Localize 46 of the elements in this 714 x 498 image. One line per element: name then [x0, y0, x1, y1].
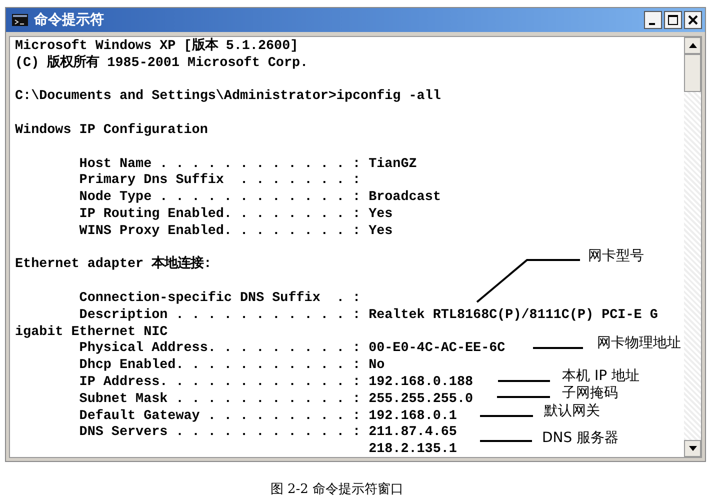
annotation-label: DNS 服务器 [542, 429, 619, 447]
console-line: 218.2.135.1 [368, 442, 457, 457]
scroll-down-button[interactable] [684, 440, 701, 457]
down-arrow-icon [688, 446, 696, 451]
leader-line [497, 396, 550, 398]
console-line: WINS Proxy Enabled. . . . . . . . : Yes [79, 224, 393, 241]
console-line: Connection-specific DNS Suffix . : [79, 290, 361, 308]
console-line: Physical Address. . . . . . . . . : 00-E0-4C-AC-EE-6C [79, 341, 506, 358]
console-line: Default Gateway . . . . . . . . . : 192.168.0.1 [79, 408, 457, 426]
annotation-label: 网卡型号 [588, 247, 644, 265]
minimize-button[interactable] [644, 11, 662, 29]
minimize-icon [649, 22, 655, 24]
up-arrow-icon [688, 43, 696, 48]
figure-caption: 图 2-2 命令提示符窗口 [269, 481, 405, 498]
console-line: IP Routing Enabled. . . . . . . . : Yes [79, 206, 393, 224]
leader-line [480, 415, 533, 417]
console-line: Microsoft Windows XP [版本 5.1.2600] [15, 39, 298, 54]
console-line: Primary Dns Suffix . . . . . . . : [79, 173, 361, 190]
scrollbar[interactable] [684, 37, 701, 457]
annotation-label: 本机 IP 地址 [562, 367, 640, 385]
console-line: C:\Documents and Settings\Administrator>ipconfig -all [15, 89, 441, 106]
leader-line [533, 347, 583, 349]
console-line: igabit Ethernet NIC [15, 324, 168, 341]
console-icon [12, 14, 28, 26]
scroll-up-button[interactable] [684, 37, 701, 54]
maximize-icon [668, 15, 678, 25]
console-line: Description . . . . . . . . . . . : Realtek RTL8168C(P)/8111C(P) PCI-E G [79, 308, 658, 325]
console-line: IP Address. . . . . . . . . . . . : 192.168.0.188 [79, 374, 474, 392]
console-line: DNS Servers . . . . . . . . . . . : 211.87.4.65 [79, 425, 457, 442]
leader-line [498, 380, 550, 382]
console-line: Node Type . . . . . . . . . . . . : Broadcast [79, 190, 441, 207]
annotation-label: 子网掩码 [562, 384, 618, 402]
console-line: Host Name . . . . . . . . . . . . : TianGZ [79, 156, 417, 173]
console-line: Subnet Mask . . . . . . . . . . . : 255.255.255.0 [79, 392, 474, 409]
console-line: (C) 版权所有 1985-2001 Microsoft Corp. [15, 56, 308, 73]
console-line: Dhcp Enabled. . . . . . . . . . . : No [79, 358, 385, 375]
annotation-label: 网卡物理地址 [597, 334, 681, 352]
close-button[interactable] [684, 11, 702, 29]
scroll-thumb[interactable] [684, 54, 701, 92]
console-line: Ethernet adapter 本地连接: [15, 257, 212, 274]
leader-line [480, 440, 532, 442]
window-title: 命令提示符 [34, 11, 105, 29]
annotation-label: 默认网关 [544, 402, 600, 420]
close-icon [688, 15, 698, 25]
maximize-button[interactable] [664, 11, 682, 29]
console-line: Windows IP Configuration [15, 122, 208, 140]
